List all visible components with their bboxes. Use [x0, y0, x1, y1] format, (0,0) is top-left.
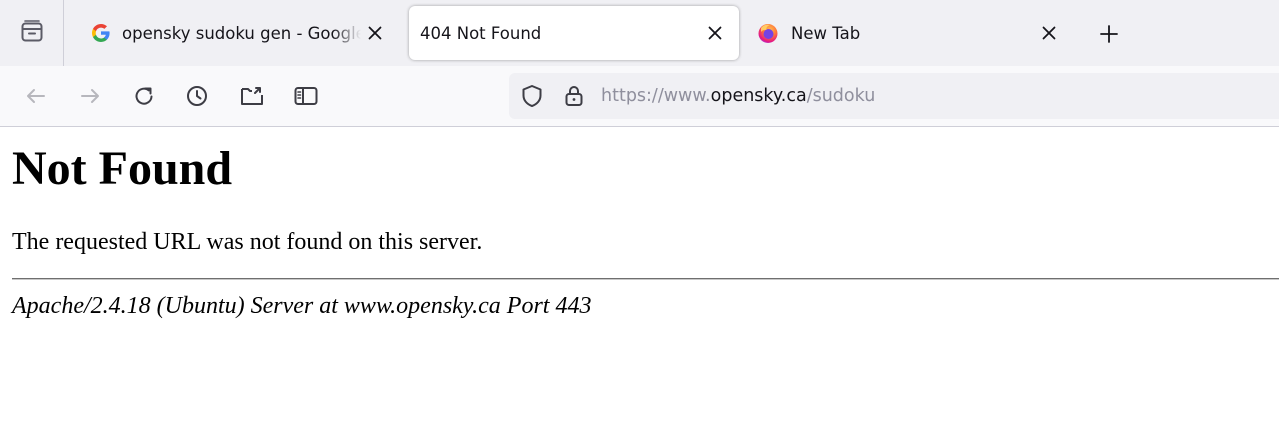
page-title: Not Found — [12, 142, 233, 195]
sidebar-icon — [294, 87, 318, 105]
tab-title: New Tab — [791, 23, 861, 43]
tab-title: opensky sudoku gen - Google Search — [122, 23, 361, 43]
navigation-toolbar: https://www.opensky.ca/sudoku — [0, 66, 1279, 127]
close-tab-button[interactable] — [701, 19, 729, 47]
url-text[interactable]: https://www.opensky.ca/sudoku — [601, 85, 875, 107]
tab-title: 404 Not Found — [420, 23, 542, 43]
divider — [12, 278, 1279, 280]
plus-icon — [1100, 25, 1118, 43]
forward-icon — [81, 89, 99, 103]
close-tab-button[interactable] — [1035, 19, 1063, 47]
close-tab-button[interactable] — [361, 19, 389, 47]
tab-404-not-found[interactable]: 404 Not Found — [409, 6, 739, 60]
page-content: Not Found The requested URL was not foun… — [0, 127, 1279, 427]
firefox-icon — [757, 22, 779, 44]
close-icon — [708, 26, 722, 40]
reload-icon — [135, 87, 153, 105]
google-icon — [90, 22, 112, 44]
tab-overview-button[interactable] — [0, 0, 64, 66]
close-icon — [1042, 26, 1056, 40]
new-tab-button[interactable] — [1094, 19, 1124, 49]
tab-overview-icon — [19, 18, 45, 48]
url-bar[interactable]: https://www.opensky.ca/sudoku — [509, 73, 1279, 119]
tab-google-search[interactable]: opensky sudoku gen - Google Search — [72, 6, 399, 60]
back-button[interactable] — [20, 80, 52, 112]
export-icon — [241, 87, 263, 105]
url-path: /sudoku — [806, 86, 876, 106]
lock-icon[interactable] — [561, 83, 587, 109]
url-prefix: https://www. — [601, 86, 711, 106]
export-button[interactable] — [236, 80, 268, 112]
tracking-protection-icon[interactable] — [519, 83, 545, 109]
reload-button[interactable] — [128, 80, 160, 112]
history-button[interactable] — [181, 80, 213, 112]
url-domain: opensky.ca — [710, 86, 807, 106]
error-message: The requested URL was not found on this … — [12, 229, 483, 255]
tab-new-tab[interactable]: New Tab — [741, 6, 1073, 60]
sidebar-button[interactable] — [290, 80, 322, 112]
back-icon — [27, 89, 45, 103]
forward-button[interactable] — [74, 80, 106, 112]
close-icon — [368, 26, 382, 40]
tab-strip: opensky sudoku gen - Google Search 404 N… — [0, 0, 1279, 66]
history-icon — [187, 86, 207, 106]
server-signature: Apache/2.4.18 (Ubuntu) Server at www.ope… — [12, 293, 592, 319]
